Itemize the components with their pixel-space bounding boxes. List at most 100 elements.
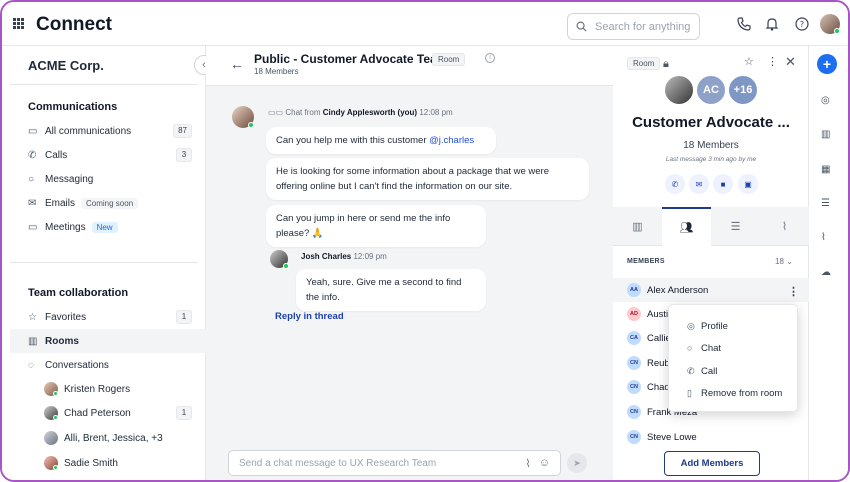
tab-attachments[interactable]: ⌇ [760,207,809,246]
room-name: Customer Advocate ... [632,114,790,131]
member-avatar [663,74,695,106]
message-input[interactable]: Send a chat message to UX Research Team … [228,450,561,476]
room-details-panel: Room 🔒︎ ☆ ⋮ ✕ AC +16 Customer Advocate .… [613,46,809,480]
paperclip-icon[interactable]: ⌇ [821,232,833,244]
last-message-info: Last message 3 min ago by me [665,156,757,163]
chat-bubble-icon: ○ [687,343,693,353]
plus-icon: + [822,56,832,72]
user-avatar[interactable] [820,14,840,34]
mail-icon: ✉ [695,179,703,189]
close-icon[interactable]: ✕ [785,54,796,70]
video-button[interactable]: ■ [713,174,733,194]
member-initials: AA [627,283,641,297]
message-text: He is looking for some information about… [276,166,550,192]
avatar [44,406,58,420]
chat-header: ← Public - Customer Advocate Team Room i… [206,46,613,86]
conversation-item[interactable]: Chad Peterson 1 [44,403,192,423]
member-row[interactable]: CN Steve Lowe [627,428,797,446]
app-grid-icon[interactable] [13,18,24,29]
chat-bubble-icon: ▣ [744,179,752,189]
call-button[interactable]: ✆ [665,174,685,194]
menu-item-profile[interactable]: ◎ Profile [687,317,797,335]
reply-in-thread-link[interactable]: Reply in thread [275,311,344,322]
lock-icon: 🔒︎ [663,58,669,70]
reply-meta: Josh Charles 12:09 pm [301,252,387,261]
message-text: Yeah, sure. Give me a second to find the… [306,277,462,303]
building-icon[interactable]: ▥ [821,129,833,141]
member-row[interactable]: AA Alex Anderson [627,281,797,299]
chat-icon: ▭▭ [268,108,284,117]
sidebar-item-label: Calls [45,149,68,161]
sidebar-item-label: Rooms [45,335,79,347]
more-vertical-icon[interactable]: ⋮ [767,55,778,68]
mention-link[interactable]: @j.charles [429,135,474,146]
video-icon: ▭ [28,221,38,233]
sidebar-item-label: Meetings [45,221,86,233]
send-icon: ➤ [573,457,581,468]
conversation-item[interactable]: Kristen Rogers [44,379,192,399]
tab-info[interactable]: ▥ [613,207,662,246]
menu-item-chat[interactable]: ○ Chat [687,339,797,357]
member-initials: CN [627,430,641,444]
members-count[interactable]: 18 ⌄ [775,257,793,266]
sidebar-item-emails[interactable]: ✉ Emails Coming soon [28,193,192,213]
reply-bubble: Yeah, sure. Give me a second to find the… [296,269,486,311]
member-initials: CN [627,356,641,370]
phone-icon[interactable] [736,16,752,32]
member-initials: CA [627,331,641,345]
sidebar-item-label: All communications [45,125,132,137]
calendar-icon[interactable]: ▦ [821,164,833,176]
message-text: Can you jump in here or send me the info… [276,213,451,239]
conversation-item[interactable]: Sadie Smith [44,453,192,473]
sidebar-item-favorites[interactable]: ☆ Favorites 1 [28,307,192,327]
info-icon[interactable]: i [485,53,495,63]
trash-icon: ▯ [687,387,692,398]
star-icon: ☆ [28,311,37,323]
attachment-icon[interactable]: ⌇ [525,457,530,470]
add-members-button[interactable]: Add Members [664,451,760,476]
help-icon[interactable]: ? [794,16,810,32]
members-heading: MEMBERS [627,258,665,265]
menu-item-call[interactable]: ✆ Call [687,362,797,380]
back-arrow-icon[interactable]: ← [230,56,244,72]
team-collaboration-heading: Team collaboration [28,287,129,299]
conversation-item[interactable]: Alli, Brent, Jessica, +3 [44,428,192,448]
paperclip-icon: ⌇ [781,221,788,233]
online-status-dot [834,28,840,34]
sidebar-item-meetings[interactable]: ▭ Meetings New [28,217,192,237]
bell-icon[interactable] [764,16,780,32]
emoji-icon[interactable]: ☺ [539,457,550,469]
sidebar-item-calls[interactable]: ✆ Calls 3 [28,145,192,165]
from-label: Chat from [285,108,321,117]
email-button[interactable]: ✉ [689,174,709,194]
new-button[interactable]: + [817,54,837,74]
room-tag: Room [432,53,466,66]
room-tag: Room [627,57,661,70]
tab-tasks[interactable]: ☰ [711,207,760,246]
sidebar-item-messaging[interactable]: ○ Messaging [28,169,192,189]
sidebar-item-label: Messaging [45,173,94,185]
app-window: Connect Search for anything ? ACME Corp.… [0,0,850,482]
member-avatar-initials: AC [695,74,727,106]
new-tag: New [91,221,118,233]
search-input[interactable]: Search for anything [567,13,700,40]
menu-item-label: Profile [701,320,728,332]
cloud-icon[interactable]: ☁ [821,267,833,279]
message-bubble: Can you help me with this customer @j.ch… [266,127,496,154]
sidebar-item-rooms[interactable]: ▥ Rooms [28,331,192,351]
checklist-icon[interactable]: ☰ [821,198,833,210]
room-title: Public - Customer Advocate Team [254,52,448,66]
user-circle-icon[interactable]: ◎ [821,95,833,107]
sidebar-item-conversations[interactable]: ◌ Conversations [28,355,192,375]
count-badge: 87 [173,124,192,138]
tab-members[interactable]: 👥︎ [662,207,711,246]
coming-soon-tag: Coming soon [81,197,139,209]
chat-button[interactable]: ▣ [738,174,758,194]
member-name: Reub [647,357,670,369]
star-icon[interactable]: ☆ [744,55,754,68]
member-options-icon[interactable]: ⋮ [788,285,799,298]
send-button[interactable]: ➤ [567,453,587,473]
menu-item-remove[interactable]: ▯ Remove from room [687,384,797,402]
member-count: 18 Members [254,67,299,76]
sidebar-item-all-communications[interactable]: ▭ All communications 87 [28,121,192,141]
